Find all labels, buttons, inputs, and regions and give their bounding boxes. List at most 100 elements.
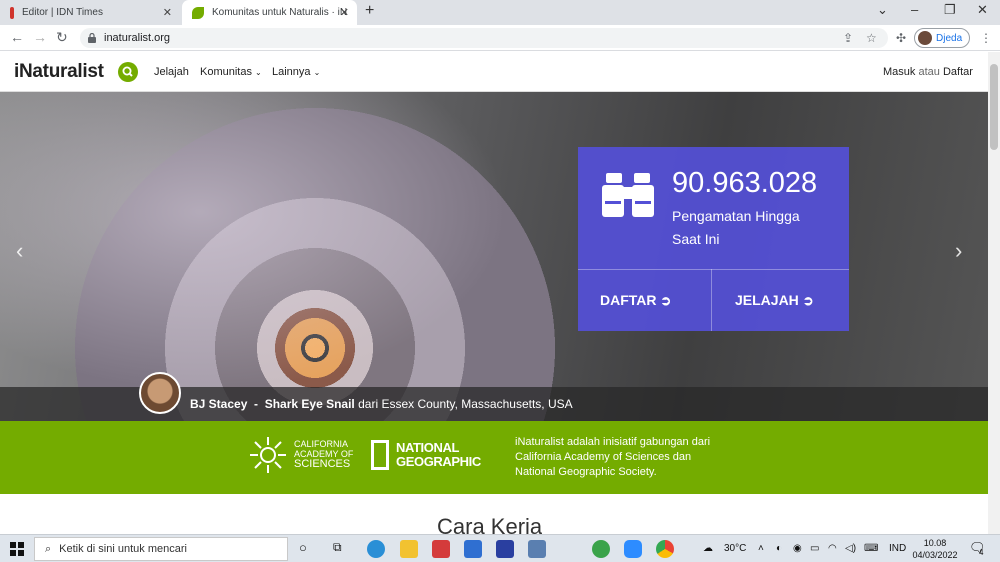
tray-app-icon[interactable]: ◐ — [776, 543, 782, 554]
avatar[interactable] — [139, 372, 181, 414]
close-tab-icon[interactable]: ✕ — [163, 6, 172, 19]
forward-icon[interactable]: → — [33, 29, 47, 45]
arrow-circle-right-icon: ➲ — [660, 293, 672, 308]
gift-icon[interactable] — [432, 540, 450, 558]
keyboard-icon[interactable]: ⌨ — [864, 543, 878, 554]
edge-icon[interactable] — [367, 540, 385, 558]
cas-logo-text: CALIFORNIA ACADEMY OF SCIENCES — [294, 439, 353, 470]
cortana-icon[interactable]: ○ — [299, 540, 307, 555]
photo-caption: BJ Stacey - Shark Eye Snail dari Essex C… — [190, 397, 573, 411]
logo-text: iNaturalist — [14, 61, 104, 82]
store-icon[interactable] — [496, 540, 514, 558]
natgeo-logo-text: NATIONAL GEOGRAPHIC — [396, 441, 481, 469]
natgeo-line: GEOGRAPHIC — [396, 454, 481, 469]
clock-time: 10.08 — [923, 538, 947, 548]
button-label: JELAJAH — [735, 292, 799, 308]
tray-app-icon[interactable]: ◉ — [793, 543, 802, 554]
tab-title: Komunitas untuk Naturalis · iNat — [212, 7, 347, 18]
hero-image — [0, 92, 560, 421]
connector-text: atau — [918, 66, 940, 78]
observation-count: 90.963.028 — [672, 167, 818, 199]
minimize-icon[interactable]: – — [911, 2, 918, 17]
browser-tab[interactable]: Editor | IDN Times ✕ — [0, 0, 180, 25]
carousel-prev-icon[interactable]: ‹ — [16, 238, 23, 264]
idn-favicon-icon — [10, 6, 14, 19]
profile-name: Djeda — [936, 32, 963, 44]
mail-icon[interactable] — [464, 540, 482, 558]
windows-start-icon[interactable] — [10, 542, 24, 556]
chevron-down-icon: ⌄ — [313, 68, 321, 77]
whatsapp-icon[interactable] — [592, 540, 610, 558]
divider — [711, 269, 712, 331]
cas-line: SCIENCES — [294, 458, 351, 470]
site-header: iNaturalist Jelajah Komunitas ⌄ Lainnya … — [0, 52, 988, 92]
signup-link[interactable]: Daftar — [943, 66, 973, 78]
jelajah-button[interactable]: JELAJAH ➲ — [735, 292, 814, 309]
browser-tab-active[interactable]: Komunitas untuk Naturalis · iNat ✕ — [182, 0, 357, 25]
wifi-icon[interactable]: ◠ — [828, 543, 837, 554]
extensions-icon[interactable]: ✣ — [896, 31, 906, 45]
caption-user[interactable]: BJ Stacey — [190, 397, 247, 411]
login-signup-links: Masuk atau Daftar — [883, 66, 973, 78]
zoom-icon[interactable] — [624, 540, 642, 558]
file-explorer-icon[interactable] — [400, 540, 418, 558]
button-label: DAFTAR — [600, 292, 657, 308]
nav-jelajah[interactable]: Jelajah — [154, 66, 189, 78]
login-link[interactable]: Masuk — [883, 66, 915, 78]
partner-description: iNaturalist adalah inisiatif gabungan da… — [515, 436, 711, 478]
natgeo-frame-icon[interactable] — [371, 440, 389, 470]
chevron-up-icon[interactable]: ˄ — [758, 543, 764, 554]
back-icon[interactable]: ← — [10, 29, 24, 45]
nav-lainnya[interactable]: Lainnya ⌄ — [272, 66, 320, 78]
carousel-next-icon[interactable]: › — [955, 238, 962, 264]
chrome-icon[interactable] — [656, 540, 674, 558]
nav-label: Komunitas — [200, 66, 252, 78]
hero-banner: ‹ › 90.963.028 Pengamatan Hingga Saat In… — [0, 92, 988, 421]
close-tab-icon[interactable]: ✕ — [340, 6, 349, 19]
windows-taskbar: ⌕ Ketik di sini untuk mencari ○ ⧉ ☁ 30°C… — [0, 534, 1000, 562]
search-icon — [122, 66, 133, 77]
caption-species[interactable]: Shark Eye Snail — [265, 397, 355, 411]
taskbar-search[interactable]: ⌕ Ketik di sini untuk mencari — [34, 537, 288, 561]
tab-search-icon[interactable]: ⌄ — [877, 2, 888, 18]
system-clock[interactable]: 10.08 04/03/2022 — [911, 537, 959, 561]
input-language[interactable]: IND — [889, 543, 906, 554]
search-button[interactable] — [118, 62, 138, 82]
restore-icon[interactable]: ❐ — [944, 2, 956, 18]
new-tab-icon[interactable]: + — [365, 2, 374, 20]
nav-komunitas[interactable]: Komunitas ⌄ — [200, 66, 262, 78]
close-window-icon[interactable]: ✕ — [977, 2, 988, 18]
chevron-down-icon: ⌄ — [255, 68, 262, 77]
observation-count-label: Pengamatan Hingga Saat Ini — [672, 208, 800, 247]
inat-favicon-icon — [192, 6, 204, 19]
network-app-icon[interactable] — [528, 540, 546, 558]
reload-icon[interactable]: ↻ — [56, 29, 68, 46]
profile-button[interactable]: Djeda — [914, 28, 970, 48]
section-title: Cara Kerja — [437, 514, 543, 534]
url-text: inaturalist.org — [104, 32, 171, 44]
address-bar[interactable]: inaturalist.org — [80, 28, 888, 48]
cas-line: CALIFORNIA — [294, 439, 349, 449]
natgeo-line: NATIONAL — [396, 440, 459, 455]
scroll-thumb[interactable] — [990, 64, 998, 150]
avatar — [918, 31, 932, 45]
volume-icon[interactable]: ◁) — [845, 543, 856, 554]
cas-sun-logo-icon[interactable] — [248, 435, 288, 475]
scrollbar[interactable] — [988, 52, 1000, 534]
browser-toolbar: ← → ↻ inaturalist.org ⇪ ☆ ✣ Djeda ⋮ — [0, 25, 1000, 51]
battery-icon[interactable]: ▭ — [810, 543, 819, 554]
daftar-button[interactable]: DAFTAR ➲ — [600, 292, 671, 309]
taskbar-search-placeholder: Ketik di sini untuk mencari — [59, 543, 187, 555]
weather-temp[interactable]: 30°C — [724, 543, 746, 554]
weather-icon[interactable]: ☁ — [703, 543, 713, 554]
bookmark-star-icon[interactable]: ☆ — [866, 31, 877, 45]
arrow-circle-right-icon: ➲ — [802, 293, 814, 308]
inaturalist-logo[interactable]: iNaturalist — [14, 61, 104, 83]
task-view-icon[interactable]: ⧉ — [333, 540, 342, 555]
nav-label: Lainnya — [272, 66, 311, 78]
binoculars-icon — [602, 173, 654, 217]
tab-title: Editor | IDN Times — [22, 7, 103, 18]
share-icon[interactable]: ⇪ — [843, 31, 853, 45]
menu-kebab-icon[interactable]: ⋮ — [980, 31, 992, 45]
clock-date: 04/03/2022 — [912, 550, 958, 560]
